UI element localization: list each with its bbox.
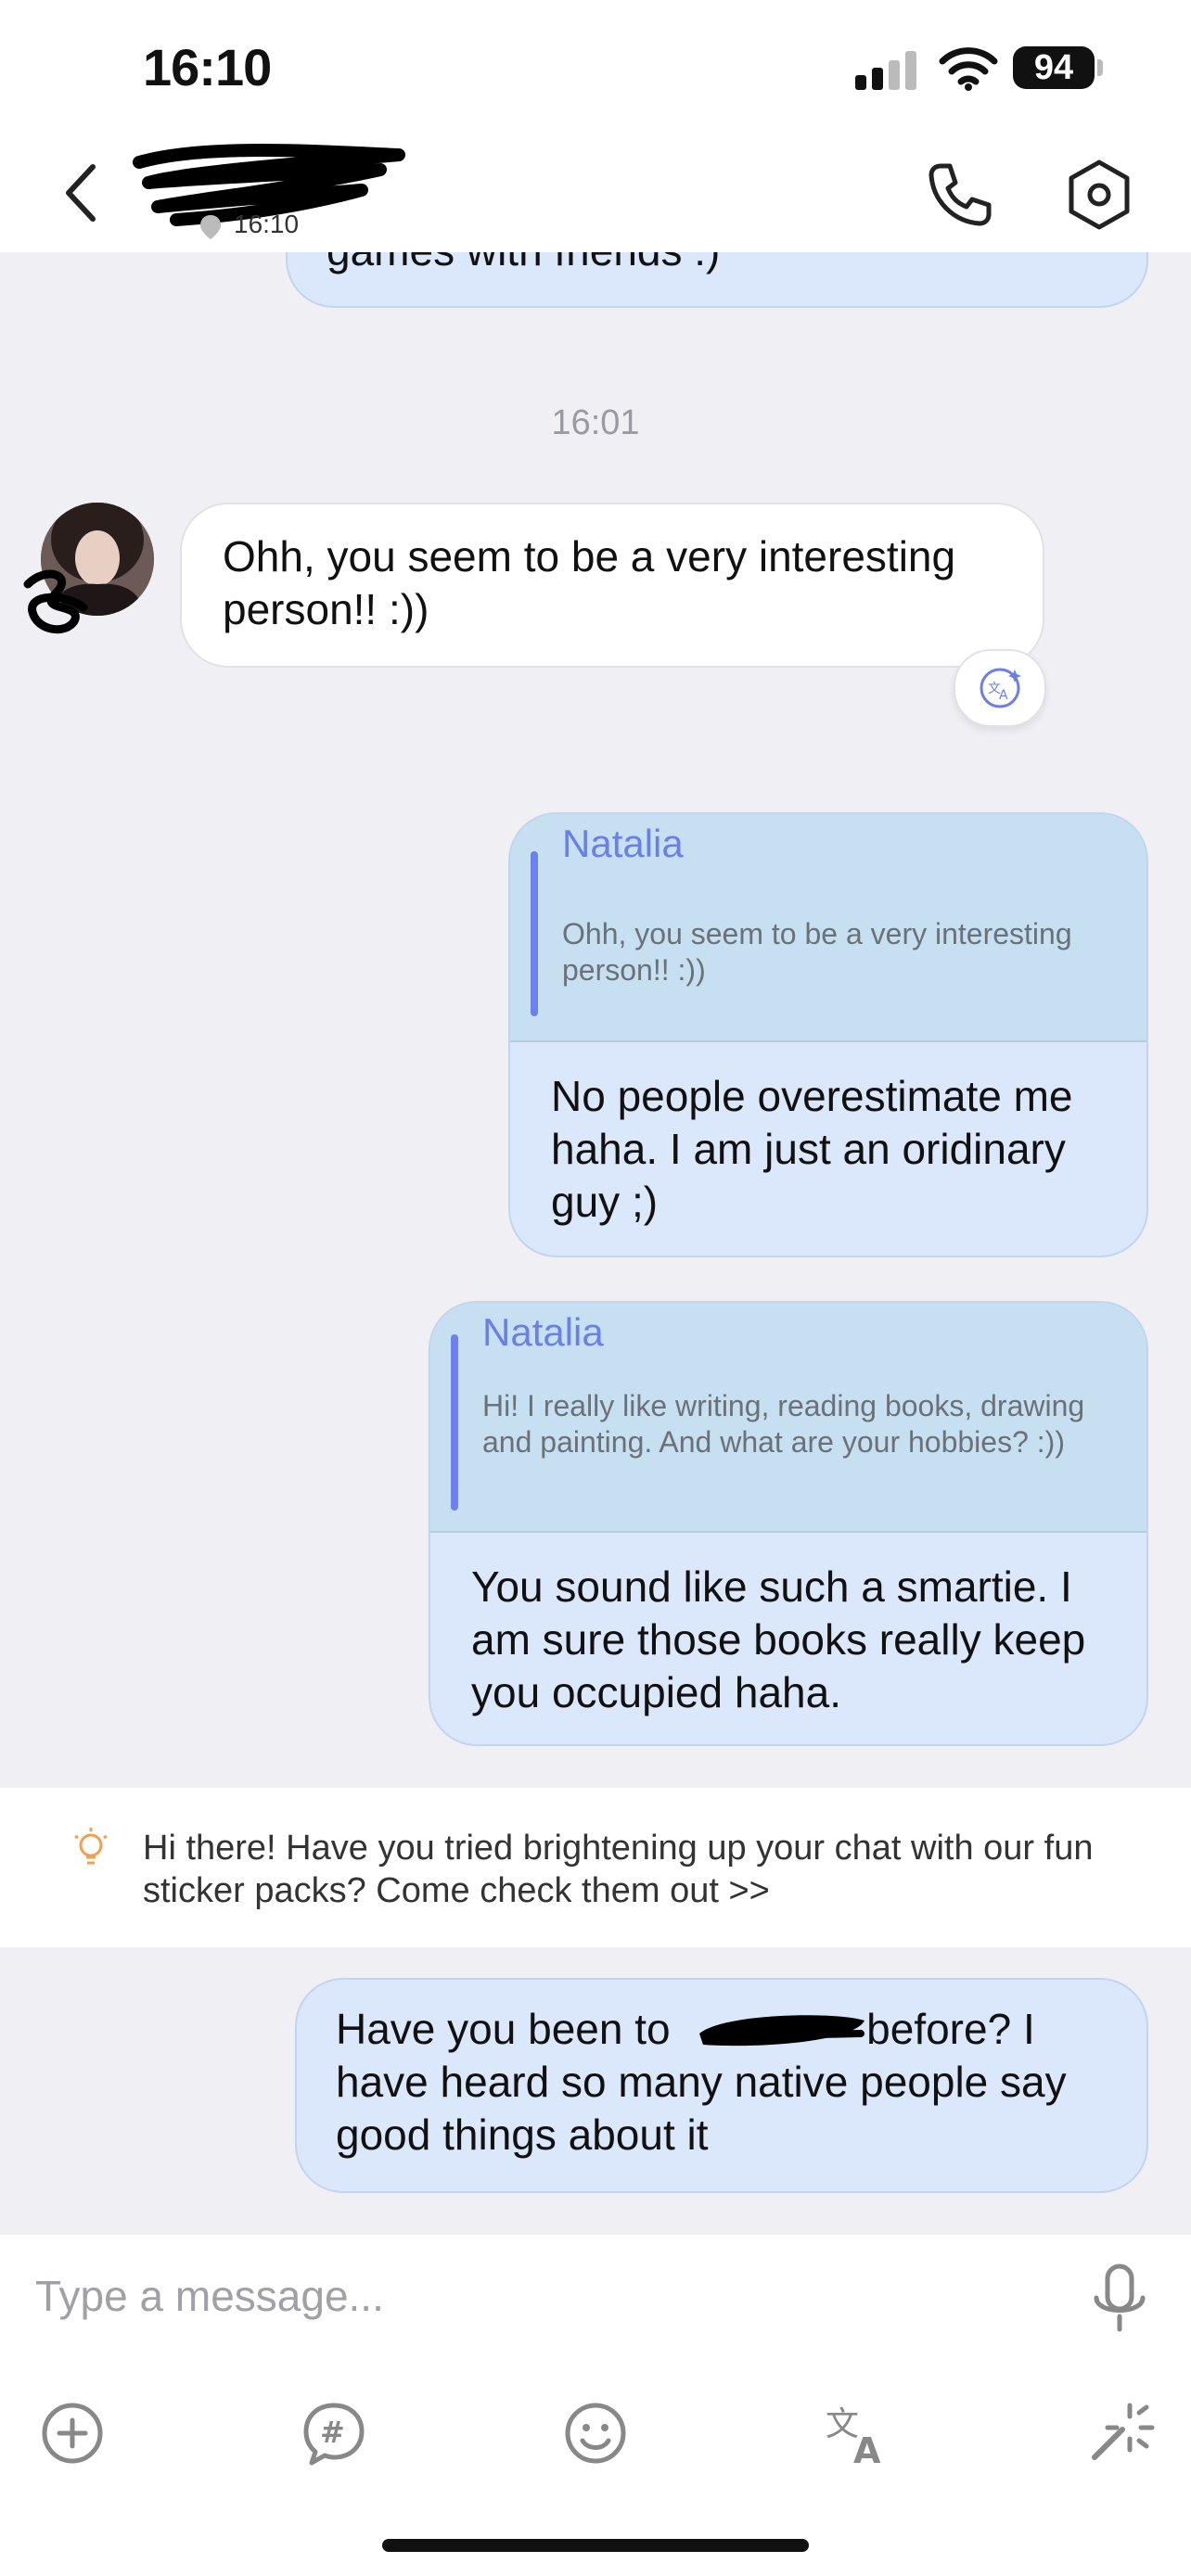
back-button[interactable] bbox=[56, 156, 111, 230]
battery-level: 94 bbox=[1013, 46, 1095, 89]
svg-text:#: # bbox=[320, 2415, 345, 2450]
phone-call-button[interactable] bbox=[918, 153, 1002, 236]
quote-author: Natalia bbox=[562, 822, 684, 865]
message-input[interactable] bbox=[33, 2253, 1057, 2339]
battery-tip bbox=[1097, 59, 1103, 76]
magic-icon[interactable] bbox=[1082, 2396, 1156, 2470]
last-seen-time: 16:10 bbox=[234, 210, 300, 238]
quote-text: Ohh, you seem to be a very interesting p… bbox=[562, 917, 1072, 987]
lightbulb-icon bbox=[74, 1828, 108, 1865]
quote-accent-bar bbox=[451, 1334, 458, 1511]
svg-text:A: A bbox=[999, 688, 1008, 703]
hashtag-icon[interactable]: # bbox=[297, 2396, 371, 2470]
received-message-text: Ohh, you seem to be a very interesting p… bbox=[223, 532, 956, 633]
mic-icon[interactable] bbox=[1087, 2263, 1152, 2337]
home-indicator bbox=[382, 2539, 809, 2552]
location-pin-icon bbox=[200, 215, 221, 239]
sent-message-text: You sound like such a smartie. I am sure… bbox=[471, 1562, 1086, 1716]
translate-message-button[interactable]: 文 A bbox=[954, 649, 1046, 727]
quote-author: Natalia bbox=[482, 1310, 604, 1354]
signal-icon bbox=[855, 51, 916, 90]
redacted-place-name bbox=[699, 2015, 864, 2047]
settings-button[interactable] bbox=[1057, 153, 1141, 236]
quote-accent-bar bbox=[531, 851, 538, 1016]
svg-text:A: A bbox=[853, 2430, 881, 2470]
quoted-message[interactable]: Natalia Hi! I really like writing, readi… bbox=[430, 1303, 1146, 1533]
translate-icon[interactable]: 文 A bbox=[820, 2396, 894, 2470]
avatar-scribble bbox=[23, 569, 88, 634]
wifi-icon bbox=[939, 47, 998, 91]
emoji-icon[interactable] bbox=[558, 2396, 633, 2470]
tip-text: Hi there! Have you tried brightening up … bbox=[143, 1829, 1094, 1910]
sent-message-bubble[interactable]: Natalia Ohh, you seem to be a very inter… bbox=[508, 812, 1148, 1257]
top-bar: 16:10 94 16:10 bbox=[0, 0, 1191, 252]
sent-message-text-start: Have you been to bbox=[336, 2005, 683, 2053]
sent-message-text: No people overestimate me haha. I am jus… bbox=[551, 1072, 1073, 1226]
time-divider: 16:01 bbox=[551, 403, 640, 442]
status-time: 16:10 bbox=[143, 38, 272, 96]
add-icon[interactable] bbox=[35, 2396, 109, 2470]
quoted-message[interactable]: Natalia Ohh, you seem to be a very inter… bbox=[510, 814, 1146, 1042]
quote-text: Hi! I really like writing, reading books… bbox=[482, 1389, 1085, 1459]
sent-message-bubble[interactable]: Natalia Hi! I really like writing, readi… bbox=[429, 1301, 1148, 1746]
translate-sparkle-icon: 文 A bbox=[980, 668, 1021, 708]
